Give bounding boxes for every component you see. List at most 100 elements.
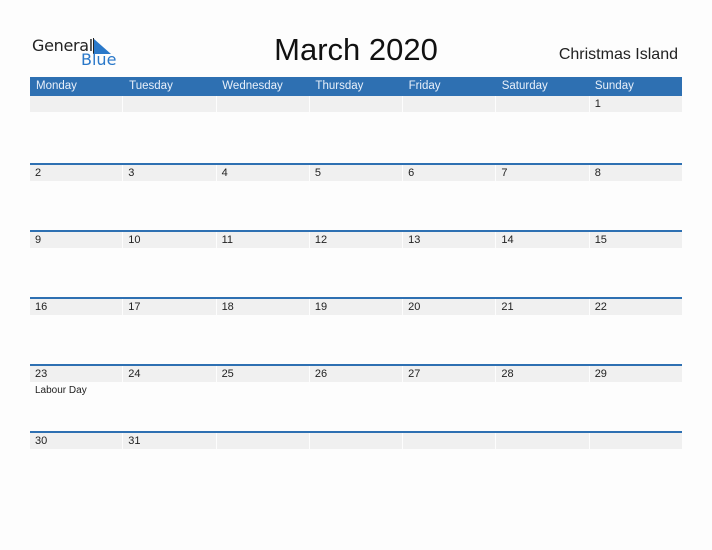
day-cell: 21: [496, 299, 589, 364]
day-number: 27: [408, 368, 421, 380]
date-band: [403, 433, 496, 449]
day-cell: 7: [496, 165, 589, 230]
weekday-saturday: Saturday: [501, 80, 548, 92]
day-cell: 14: [496, 232, 589, 297]
day-number: 16: [35, 301, 48, 313]
day-cell: [496, 96, 589, 163]
day-number: 31: [128, 435, 141, 447]
day-number: 22: [594, 301, 607, 313]
day-number: 14: [501, 234, 514, 246]
day-number: 19: [314, 301, 328, 313]
day-number: 4: [221, 167, 228, 179]
day-cell: [30, 96, 123, 163]
day-cell: [309, 433, 403, 498]
day-number: 2: [35, 167, 42, 179]
day-number: 30: [35, 435, 48, 447]
day-cell: [123, 96, 216, 163]
day-number: 11: [221, 234, 233, 246]
day-cell: 8: [589, 165, 682, 230]
day-cell: 6: [403, 165, 496, 230]
date-band: [216, 96, 309, 112]
date-band: [216, 165, 309, 181]
date-band: [30, 96, 123, 112]
day-cell: 4: [216, 165, 309, 230]
day-cell: 2: [30, 165, 123, 230]
date-band: [216, 433, 309, 449]
date-band: [403, 96, 496, 112]
date-band: [589, 165, 682, 181]
weekday-tuesday: Tuesday: [129, 80, 173, 92]
date-band: [589, 433, 682, 449]
date-band: [496, 96, 589, 112]
week-row: 2 3 4 5 6 7 8: [30, 163, 682, 230]
weekday-header: Monday Tuesday Wednesday Thursday Friday…: [30, 77, 682, 96]
day-number: 18: [221, 301, 234, 313]
day-number: 13: [408, 234, 421, 246]
day-number: 8: [594, 167, 601, 179]
weekday-sunday: Sunday: [594, 80, 634, 92]
week-row: 16 17 18 19 20 21 22: [30, 297, 682, 364]
day-cell: [403, 433, 496, 498]
day-cell: [496, 433, 589, 498]
day-cell: 27: [403, 366, 496, 431]
day-cell: 10: [123, 232, 216, 297]
day-cell: 1: [589, 96, 682, 163]
date-band: [309, 165, 403, 181]
day-cell: 30: [30, 433, 123, 498]
day-number: 25: [221, 368, 234, 380]
weekday-thursday: Thursday: [315, 80, 364, 92]
day-cell: 31: [123, 433, 216, 498]
day-cell: [216, 433, 309, 498]
country-label: Christmas Island: [558, 46, 678, 63]
day-number: 26: [314, 368, 328, 380]
day-cell: [309, 96, 403, 163]
day-number: 21: [501, 301, 514, 313]
date-band: [309, 433, 403, 449]
day-cell: [589, 433, 682, 498]
weekday-wednesday: Wednesday: [222, 80, 283, 92]
day-number: 28: [501, 368, 514, 380]
day-cell: 24: [123, 366, 216, 431]
day-cell: 16: [30, 299, 123, 364]
day-cell: 17: [123, 299, 216, 364]
weekday-monday: Monday: [36, 80, 77, 92]
day-cell: 12: [309, 232, 403, 297]
date-band: [30, 232, 123, 248]
day-number: 6: [408, 167, 415, 179]
day-cell: 15: [589, 232, 682, 297]
day-number: 3: [128, 167, 135, 179]
day-number: 1: [594, 98, 601, 110]
date-band: [589, 96, 682, 112]
date-band: [123, 165, 216, 181]
day-cell: 19: [309, 299, 403, 364]
day-number: 15: [594, 234, 607, 246]
day-cell: 29: [589, 366, 682, 431]
date-band: [123, 96, 216, 112]
day-cell: 22: [589, 299, 682, 364]
week-row: 23 Labour Day 24 25 26 27 28 29: [30, 364, 682, 431]
day-number: 23: [35, 368, 48, 380]
weekday-friday: Friday: [408, 80, 441, 92]
week-row: 9 10 11 12 13 14 15: [30, 230, 682, 297]
week-row: 1: [30, 96, 682, 163]
day-number: 9: [35, 234, 42, 246]
date-band: [496, 165, 589, 181]
day-cell: 13: [403, 232, 496, 297]
day-number: 24: [128, 368, 141, 380]
date-band: [30, 165, 123, 181]
holiday-label: Labour Day: [35, 385, 87, 396]
day-number: 7: [501, 167, 508, 179]
day-cell: 9: [30, 232, 123, 297]
day-cell: [403, 96, 496, 163]
calendar-grid: 1 2 3 4 5 6 7 8 9 10 11 12 13 14 15 16 17 18 19 20 21 22 23 Lab…: [30, 96, 682, 498]
day-number: 5: [314, 167, 321, 179]
week-row: 30 31: [30, 431, 682, 498]
day-cell: 26: [309, 366, 403, 431]
day-number: 17: [128, 301, 141, 313]
day-cell: 5: [309, 165, 403, 230]
day-cell: 11: [216, 232, 309, 297]
date-band: [309, 96, 403, 112]
day-number: 20: [408, 301, 421, 313]
date-band: [496, 433, 589, 449]
date-band: [403, 165, 496, 181]
